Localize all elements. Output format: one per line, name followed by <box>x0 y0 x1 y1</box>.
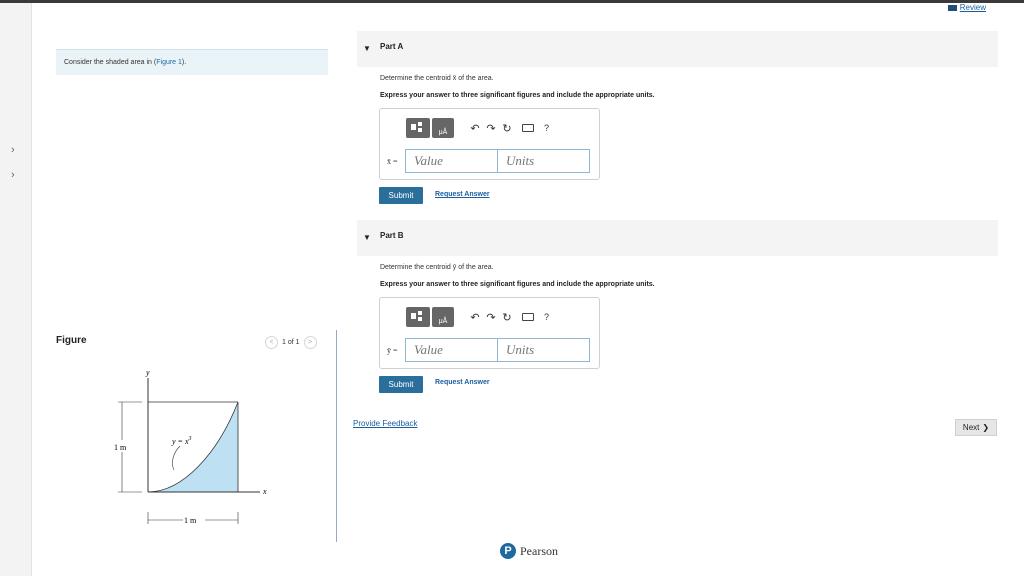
keyboard-icon[interactable] <box>522 124 534 132</box>
math-toolbar: μÅ ↶ ↷ ↻ ? <box>406 307 549 327</box>
panel-divider <box>336 330 337 542</box>
height-label: 1 m <box>114 443 127 452</box>
templates-button[interactable] <box>406 307 430 327</box>
chevron-right-icon[interactable]: › <box>11 144 15 156</box>
review-link[interactable]: Review <box>947 3 986 12</box>
part-b-header[interactable]: ▼ Part B <box>357 220 998 256</box>
figure-pager: < 1 of 1 > <box>265 336 317 349</box>
units-input[interactable] <box>497 338 590 362</box>
review-icon <box>947 4 957 11</box>
value-input[interactable] <box>405 149 498 173</box>
left-rail: › › <box>0 3 32 576</box>
undo-icon[interactable]: ↶ <box>468 122 482 135</box>
pager-text: 1 of 1 <box>282 339 300 346</box>
units-symbols-button[interactable]: μÅ <box>432 118 454 138</box>
units-input[interactable] <box>497 149 590 173</box>
x-axis-label: x <box>262 487 267 496</box>
templates-button[interactable] <box>406 118 430 138</box>
part-b-submit-button[interactable]: Submit <box>379 376 423 393</box>
part-a-request-answer-link[interactable]: Request Answer <box>435 191 490 198</box>
value-input[interactable] <box>405 338 498 362</box>
part-b-question: Determine the centroid ȳ of the area. <box>380 264 494 271</box>
part-a-header[interactable]: ▼ Part A <box>357 31 998 67</box>
part-a-question: Determine the centroid x̄ of the area. <box>380 75 494 82</box>
part-b-request-answer-link[interactable]: Request Answer <box>435 379 490 386</box>
variable-label: x̄ = <box>387 157 398 166</box>
reset-icon[interactable]: ↻ <box>500 122 514 135</box>
redo-icon[interactable]: ↷ <box>484 122 498 135</box>
caret-down-icon: ▼ <box>363 233 371 242</box>
next-figure-button[interactable]: > <box>303 336 317 349</box>
next-button[interactable]: Next ❯ <box>955 419 997 436</box>
part-b-answer-box: μÅ ↶ ↷ ↻ ? ȳ = <box>379 297 600 369</box>
part-a-submit-button[interactable]: Submit <box>379 187 423 204</box>
prev-figure-button[interactable]: < <box>265 336 278 349</box>
keyboard-icon[interactable] <box>522 313 534 321</box>
pearson-icon: P <box>500 543 516 559</box>
chevron-right-icon[interactable]: › <box>11 169 15 181</box>
part-a-answer-box: μÅ ↶ ↷ ↻ ? x̄ = <box>379 108 600 180</box>
help-icon[interactable]: ? <box>544 123 549 133</box>
help-icon[interactable]: ? <box>544 312 549 322</box>
math-toolbar: μÅ ↶ ↷ ↻ ? <box>406 118 549 138</box>
shaded-area <box>148 402 238 492</box>
reset-icon[interactable]: ↻ <box>500 311 514 324</box>
problem-statement: Consider the shaded area in (Figure 1). <box>56 49 328 75</box>
pearson-logo: P Pearson <box>500 543 558 559</box>
provide-feedback-link[interactable]: Provide Feedback <box>353 419 417 428</box>
caret-down-icon: ▼ <box>363 44 371 53</box>
top-bar <box>0 0 1024 3</box>
part-a-instruction: Express your answer to three significant… <box>380 92 655 99</box>
part-b-instruction: Express your answer to three significant… <box>380 281 655 288</box>
curve-equation: y = x3 <box>171 436 192 446</box>
units-symbols-button[interactable]: μÅ <box>432 307 454 327</box>
figure-diagram: y x 1 m 1 m y = x3 <box>112 368 267 526</box>
figure-link[interactable]: Figure 1 <box>156 59 182 66</box>
undo-icon[interactable]: ↶ <box>468 311 482 324</box>
width-label: 1 m <box>184 516 197 525</box>
figure-title: Figure <box>56 335 87 346</box>
curve-leader <box>172 445 181 471</box>
redo-icon[interactable]: ↷ <box>484 311 498 324</box>
variable-label: ȳ = <box>387 346 398 355</box>
y-axis-label: y <box>145 368 150 377</box>
chevron-right-icon: ❯ <box>982 423 990 432</box>
